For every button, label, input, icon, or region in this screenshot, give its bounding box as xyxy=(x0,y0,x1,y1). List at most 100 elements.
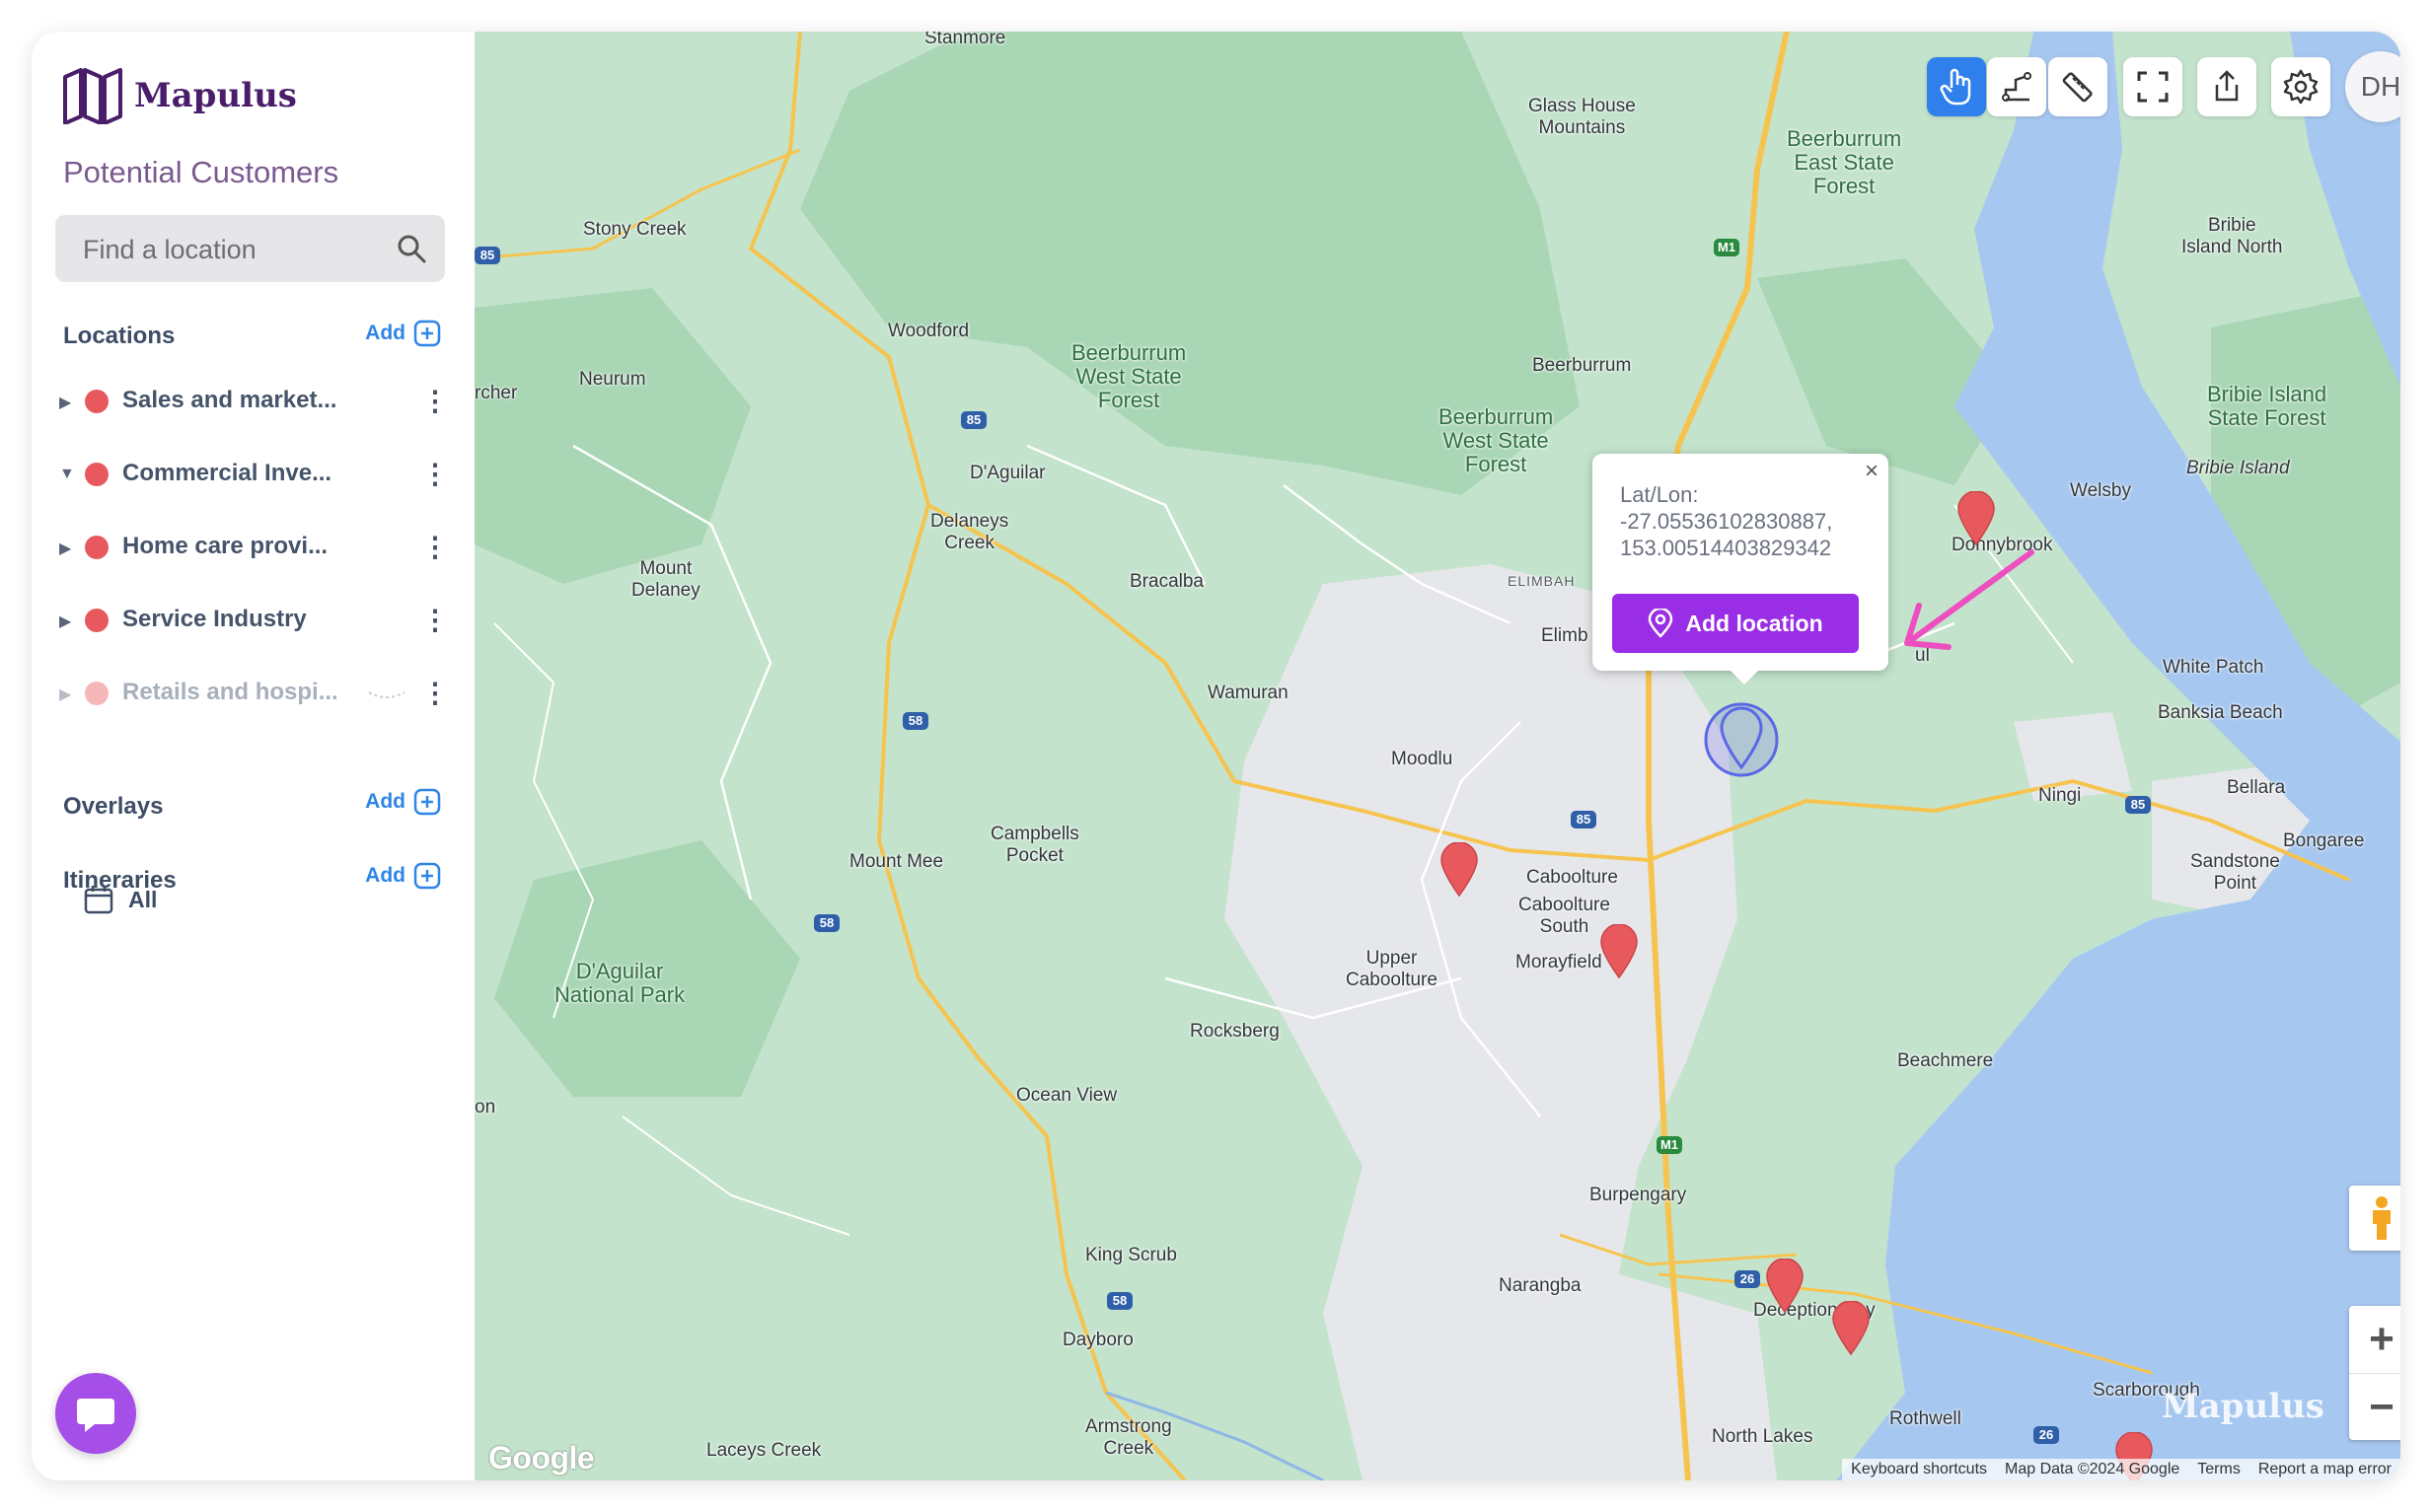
map-label-line: Bribie Island xyxy=(2207,382,2327,406)
fullscreen-icon xyxy=(2137,71,2169,103)
map-label-line: Forest xyxy=(1464,452,1527,476)
share-button[interactable] xyxy=(2197,57,2256,116)
map-label-line: Beerburrum xyxy=(1071,340,1187,365)
expand-caret-icon[interactable]: ▶ xyxy=(59,539,71,558)
layer-color-dot xyxy=(85,682,109,705)
report-error-link[interactable]: Report a map error xyxy=(2249,1461,2400,1478)
map-label: Burpengary xyxy=(1589,1185,1687,1205)
map-label: North Lakes xyxy=(1712,1426,1813,1447)
layer-color-dot xyxy=(85,390,109,413)
itinerary-all[interactable]: All xyxy=(83,884,157,915)
map-label: Caboolture xyxy=(1526,867,1618,888)
map-label-line: Pocket xyxy=(1005,845,1064,866)
map-label: Ocean View xyxy=(1016,1085,1118,1106)
expand-caret-icon[interactable]: ▶ xyxy=(59,612,71,631)
map-label: Bribie Island State Forest xyxy=(2207,383,2326,430)
map-label-line: Caboolture xyxy=(1346,970,1437,990)
layer-item[interactable]: ▶ Retails and hospi... ⋮ xyxy=(32,669,475,718)
terms-link[interactable]: Terms xyxy=(2188,1461,2249,1478)
measure-button[interactable] xyxy=(2048,57,2107,116)
map-canvas[interactable]: Stanmore Stony Creek Glass House Mountain… xyxy=(475,32,2400,1480)
map-logo-icon xyxy=(63,68,122,124)
map-label-line: National Park xyxy=(554,982,686,1007)
search-icon[interactable] xyxy=(396,233,427,264)
draw-area-icon xyxy=(2002,72,2031,102)
layer-name[interactable]: Retails and hospi... xyxy=(122,679,338,706)
mapulus-watermark: Mapulus xyxy=(2162,1387,2324,1426)
zoom-out-button[interactable]: − xyxy=(2349,1373,2400,1441)
sidebar: Mapulus Potential Customers Find a locat… xyxy=(32,32,475,1480)
loading-spinner-icon xyxy=(368,691,405,698)
add-label: Add xyxy=(365,864,405,887)
calendar-icon xyxy=(84,886,113,914)
location-pin-icon[interactable] xyxy=(1439,842,1479,898)
street-view-button[interactable] xyxy=(2349,1186,2400,1251)
chat-support-button[interactable] xyxy=(55,1373,136,1454)
layer-item[interactable]: ▶ Sales and market... ⋮ xyxy=(32,377,475,426)
map-label: Bracalba xyxy=(1130,571,1204,592)
location-pin-icon[interactable] xyxy=(1599,924,1639,979)
map-label-line: Beerburrum xyxy=(1787,126,1902,151)
more-options-icon[interactable]: ⋮ xyxy=(421,531,449,563)
project-title[interactable]: Potential Customers xyxy=(63,155,338,190)
location-pin-icon[interactable] xyxy=(1831,1301,1871,1356)
map-label: Elimb xyxy=(1541,625,1588,646)
road-shield: 85 xyxy=(2125,796,2151,814)
keyboard-shortcuts-link[interactable]: Keyboard shortcuts xyxy=(1842,1461,1996,1478)
longitude-value: 153.00514403829342 xyxy=(1620,536,1832,560)
road-shield: 58 xyxy=(903,712,928,730)
layer-item[interactable]: ▶ Home care provi... ⋮ xyxy=(32,523,475,572)
map-label: D'Aguilar National Park xyxy=(554,960,685,1007)
map-label-line: Island North xyxy=(2181,237,2283,257)
map-label: Glass House Mountains xyxy=(1528,96,1636,139)
draw-area-button[interactable] xyxy=(1987,57,2046,116)
road-shield: 58 xyxy=(814,914,840,932)
fullscreen-button[interactable] xyxy=(2123,57,2182,116)
layer-item[interactable]: ▼ Commercial Inve... ⋮ xyxy=(32,450,475,499)
collapse-caret-icon[interactable]: ▼ xyxy=(59,466,75,483)
add-label: Add xyxy=(365,790,405,813)
map-label: Beerburrum East State Forest xyxy=(1787,127,1901,198)
close-icon[interactable]: × xyxy=(1865,458,1879,485)
layer-name[interactable]: Sales and market... xyxy=(122,387,336,414)
more-options-icon[interactable]: ⋮ xyxy=(421,458,449,490)
add-location-layer-button[interactable]: Add xyxy=(365,320,441,347)
layer-item[interactable]: ▶ Service Industry ⋮ xyxy=(32,596,475,645)
pan-tool-button[interactable] xyxy=(1927,57,1986,116)
add-overlay-button[interactable]: Add xyxy=(365,788,441,816)
zoom-in-button[interactable]: + xyxy=(2349,1306,2400,1373)
layer-color-dot xyxy=(85,536,109,559)
plus-box-icon xyxy=(413,862,441,890)
more-options-icon[interactable]: ⋮ xyxy=(421,604,449,636)
map-label: Beachmere xyxy=(1897,1050,1994,1071)
search-box[interactable]: Find a location xyxy=(55,215,445,282)
app-name: Mapulus xyxy=(134,76,297,115)
map-label: Narangba xyxy=(1499,1275,1582,1296)
google-logo: Google xyxy=(488,1440,595,1476)
location-pin-icon[interactable] xyxy=(1956,491,1996,546)
layer-name[interactable]: Home care provi... xyxy=(122,533,328,560)
layer-name[interactable]: Service Industry xyxy=(122,606,307,633)
map-label: Wamuran xyxy=(1208,683,1289,703)
add-itinerary-button[interactable]: Add xyxy=(365,862,441,890)
map-label-line: Beerburrum xyxy=(1438,404,1554,429)
settings-button[interactable] xyxy=(2271,57,2330,116)
map-label: Bribie Island North xyxy=(2181,215,2282,258)
logo[interactable]: Mapulus xyxy=(61,67,297,124)
more-options-icon[interactable]: ⋮ xyxy=(421,385,449,417)
selected-point-marker-icon[interactable] xyxy=(1702,700,1781,779)
map-label-line: Forest xyxy=(1812,174,1876,198)
map-label-line: Point xyxy=(2213,873,2257,894)
map-label: Stony Creek xyxy=(583,219,687,240)
expand-caret-icon[interactable]: ▶ xyxy=(59,393,71,412)
search-input[interactable]: Find a location xyxy=(83,235,257,265)
expand-caret-icon[interactable]: ▶ xyxy=(59,684,71,704)
map-label: Woodford xyxy=(888,321,970,341)
map-label: Banksia Beach xyxy=(2158,702,2283,723)
location-pin-icon[interactable] xyxy=(1765,1259,1805,1314)
locations-title: Locations xyxy=(63,323,176,349)
layer-name[interactable]: Commercial Inve... xyxy=(122,460,332,487)
more-options-icon[interactable]: ⋮ xyxy=(421,677,449,709)
chat-bubble-icon xyxy=(77,1399,114,1432)
add-location-button[interactable]: Add location xyxy=(1612,594,1859,653)
